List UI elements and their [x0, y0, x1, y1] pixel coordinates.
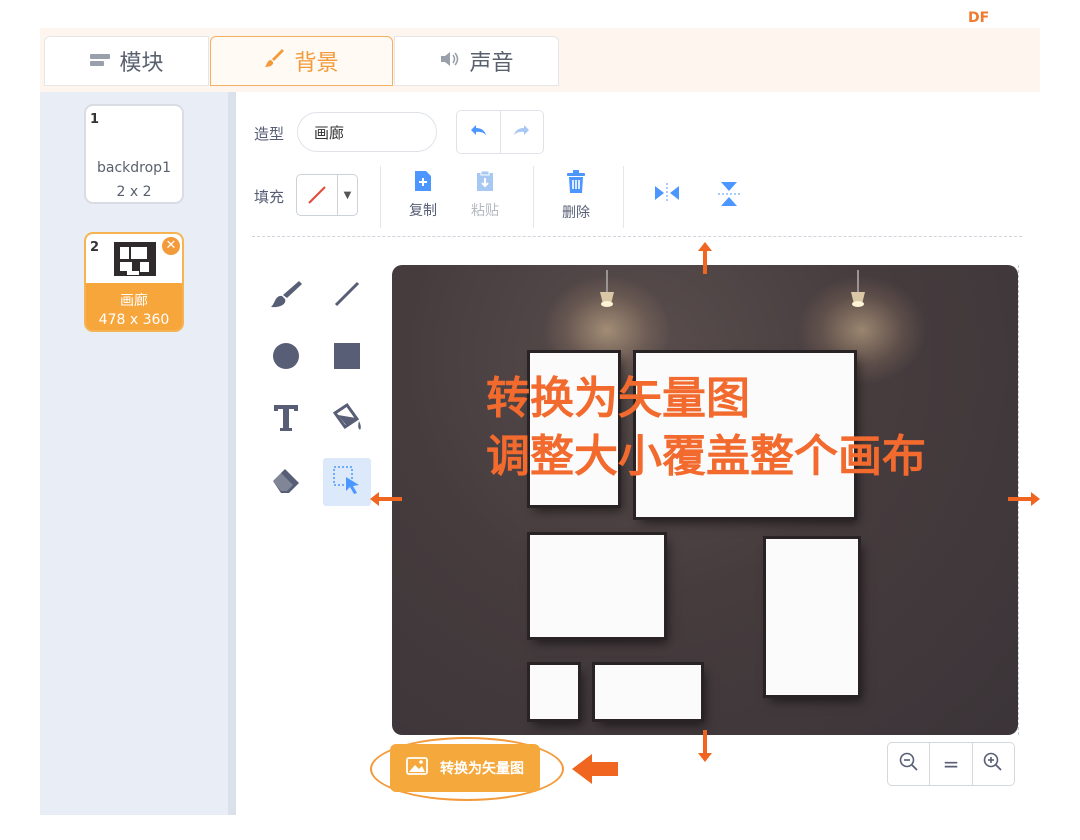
undo-icon: [468, 122, 488, 142]
backdrop-list: 1 backdrop1 2 x 2 2 ✕ 画廊 478 x 360: [40, 92, 228, 815]
zoom-out-icon: [899, 752, 919, 777]
image-icon: [406, 757, 428, 779]
undo-redo-group: [456, 110, 544, 154]
gallery-preview-image: [114, 242, 156, 280]
sidebar-divider: [228, 92, 236, 815]
blocks-icon: [89, 49, 111, 74]
rectangle-tool[interactable]: [323, 334, 371, 382]
convert-button-label: 转换为矢量图: [440, 761, 524, 777]
costume-name-label: 造型: [254, 125, 285, 143]
circle-tool[interactable]: [262, 334, 310, 382]
convert-to-vector-button[interactable]: 转换为矢量图: [390, 744, 540, 792]
eraser-icon: [269, 465, 303, 499]
backdrop-size: 2 x 2: [116, 184, 152, 200]
rectangle-tool-icon: [333, 342, 361, 374]
fill-color-picker[interactable]: ▼: [296, 174, 358, 216]
resize-arrow-up-icon: [696, 240, 714, 280]
tab-sounds-label: 声音: [469, 51, 514, 76]
zoom-in-icon: [983, 752, 1003, 777]
flip-horizontal-button[interactable]: [642, 182, 692, 208]
picture-frame: [530, 665, 578, 719]
spotlight-lamp-image: [596, 270, 618, 314]
delete-label: 删除: [562, 205, 590, 221]
brand-logo: DF: [968, 10, 990, 26]
chevron-down-icon: ▼: [337, 175, 357, 215]
fill-swatch: [297, 175, 337, 215]
copy-icon: [413, 170, 433, 196]
zoom-reset-button[interactable]: =: [929, 743, 971, 785]
paint-canvas[interactable]: [392, 265, 1018, 735]
select-tool-icon: [332, 465, 362, 499]
redo-icon: [512, 122, 532, 142]
paste-label: 粘贴: [471, 203, 499, 219]
resize-arrow-left-icon: [368, 490, 404, 512]
redo-button[interactable]: [499, 111, 544, 153]
picture-frame: [595, 665, 701, 719]
annotation-line-2: 调整大小覆盖整个画布: [486, 431, 926, 482]
brush-tool-icon: [269, 279, 303, 313]
picture-frame: [766, 539, 858, 695]
pointer-arrow-icon: [570, 752, 620, 790]
line-tool[interactable]: [323, 272, 371, 320]
paste-button[interactable]: 粘贴: [460, 170, 510, 220]
line-tool-icon: [332, 279, 362, 313]
tab-backdrop-label: 背景: [294, 51, 339, 76]
backdrop-thumbnail-2[interactable]: 2 ✕ 画廊 478 x 360: [84, 232, 184, 332]
spotlight-lamp-image: [847, 270, 869, 314]
backdrop-thumbnail-1[interactable]: 1 backdrop1 2 x 2: [84, 104, 184, 204]
zoom-controls: =: [887, 742, 1015, 786]
toolbar-separator: [623, 166, 624, 228]
toolbar-separator: [380, 166, 381, 228]
picture-frame: [530, 535, 664, 637]
resize-arrow-right-icon: [1006, 490, 1042, 512]
flip-vertical-button[interactable]: [704, 180, 754, 212]
resize-arrow-down-icon: [696, 728, 714, 768]
fill-label: 填充: [254, 188, 285, 206]
circle-tool-icon: [271, 341, 301, 375]
trash-icon: [565, 170, 587, 198]
text-tool-icon: [272, 403, 300, 437]
paint-bucket-icon: [329, 401, 365, 439]
flip-horizontal-icon: [653, 182, 681, 208]
tab-backdrop[interactable]: 背景: [210, 36, 393, 86]
paste-icon: [475, 170, 495, 196]
delete-backdrop-icon[interactable]: ✕: [162, 237, 180, 255]
backdrop-size: 478 x 360: [98, 312, 170, 328]
toolbar-separator: [533, 166, 534, 228]
tab-sounds[interactable]: 声音: [394, 36, 559, 86]
costume-name-input[interactable]: [297, 112, 437, 152]
text-tool[interactable]: [262, 396, 310, 444]
zoom-reset-label: =: [942, 752, 960, 776]
brush-tool[interactable]: [262, 272, 310, 320]
undo-button[interactable]: [457, 111, 500, 153]
copy-label: 复制: [409, 203, 437, 219]
backdrop-number: 2: [90, 240, 100, 255]
tab-blocks[interactable]: 模块: [44, 36, 209, 86]
backdrop-name: backdrop1: [97, 160, 171, 176]
annotation-text: 转换为矢量图 调整大小覆盖整个画布: [486, 370, 926, 486]
select-tool[interactable]: [323, 458, 371, 506]
speaker-icon: [439, 49, 461, 74]
zoom-out-button[interactable]: [888, 743, 929, 785]
annotation-line-1: 转换为矢量图: [486, 373, 750, 424]
toolbar-divider: [252, 236, 1022, 237]
eraser-tool[interactable]: [262, 458, 310, 506]
flip-vertical-icon: [717, 180, 741, 212]
delete-button[interactable]: 删除: [551, 170, 601, 222]
backdrop-number: 1: [90, 112, 100, 127]
brush-icon: [264, 47, 286, 75]
copy-button[interactable]: 复制: [398, 170, 448, 220]
tab-strip: 模块 背景 声音: [44, 36, 559, 86]
fill-tool[interactable]: [323, 396, 371, 444]
zoom-in-button[interactable]: [971, 743, 1014, 785]
backdrop-name: 画廊: [120, 293, 148, 309]
tab-blocks-label: 模块: [119, 51, 164, 76]
